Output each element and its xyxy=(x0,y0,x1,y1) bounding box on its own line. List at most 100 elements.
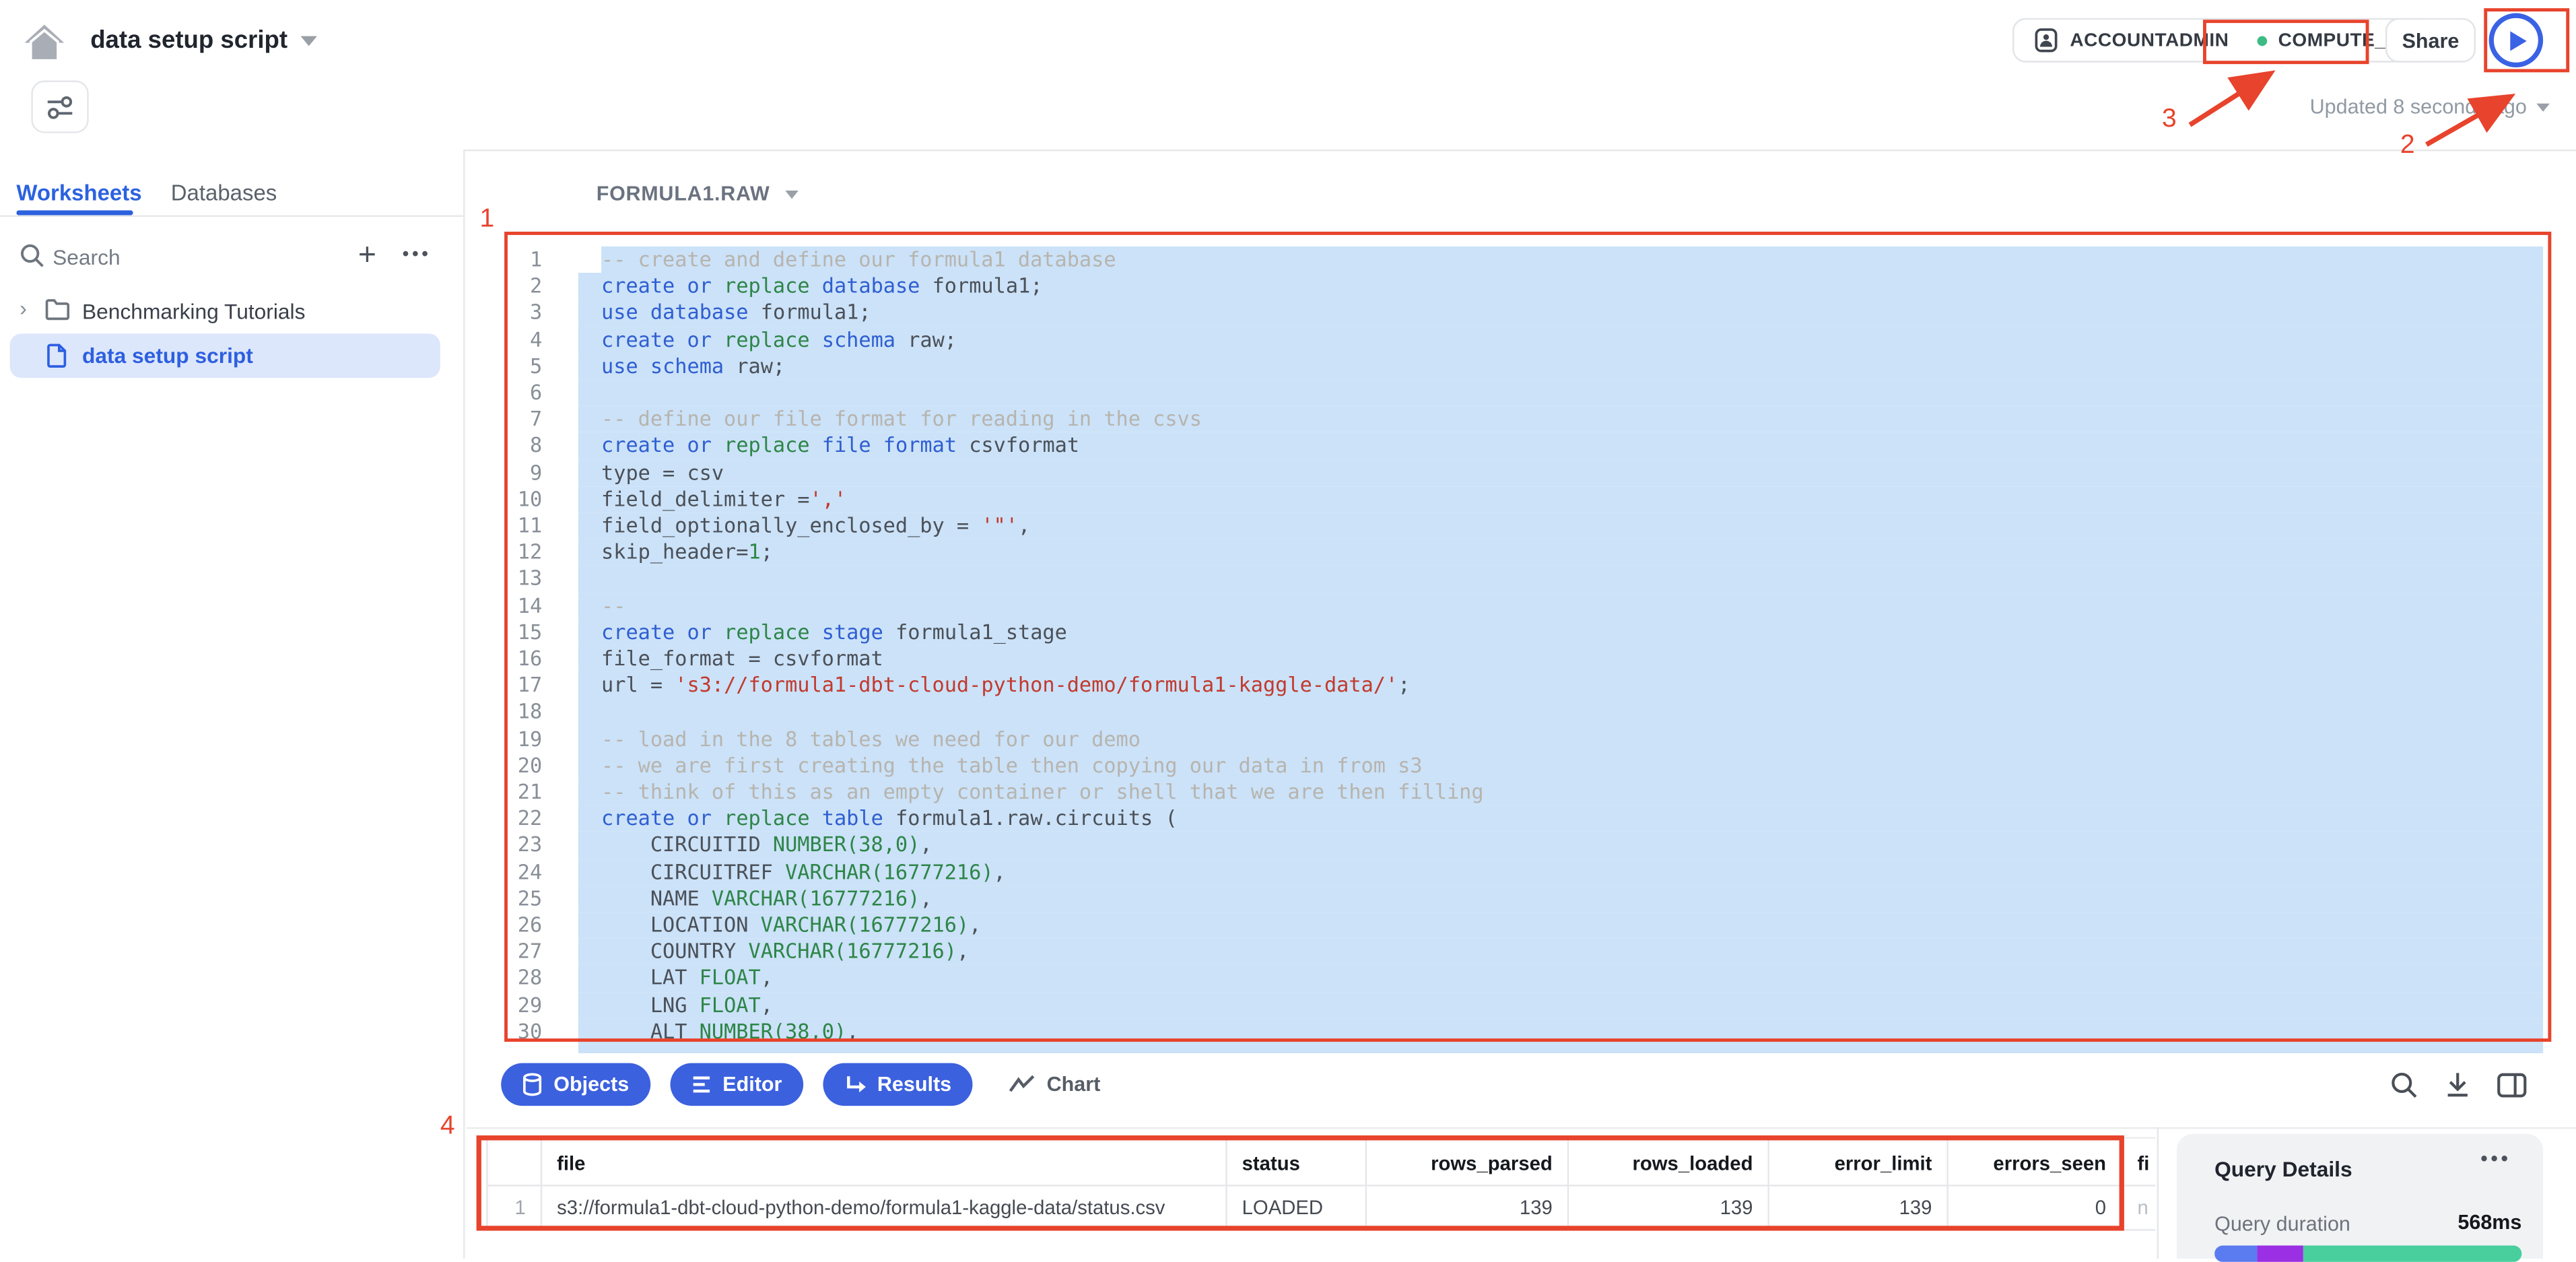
column-header[interactable]: rows_loaded xyxy=(1569,1137,1769,1186)
updated-status-text: Updated 8 seconds ago xyxy=(2310,96,2527,119)
share-button[interactable]: Share xyxy=(2385,18,2476,63)
duration-bar-segment xyxy=(2258,1246,2303,1262)
sliders-icon xyxy=(46,94,73,119)
table-cell: 1 xyxy=(486,1187,542,1231)
code-line: 9type = csv xyxy=(467,459,2576,486)
worksheet-settings-button[interactable] xyxy=(31,81,88,133)
search-icon xyxy=(20,243,44,268)
results-button[interactable]: Results xyxy=(823,1063,972,1106)
code-line: 29 LNG FLOAT, xyxy=(467,992,2576,1018)
query-details-menu-button[interactable]: ••• xyxy=(2480,1147,2511,1170)
duration-bar-segment xyxy=(2303,1246,2521,1262)
code-line: 11field_optionally_enclosed_by = '"', xyxy=(467,512,2576,539)
code-line: 5use schema raw; xyxy=(467,353,2576,379)
lines-icon xyxy=(691,1075,711,1094)
column-header[interactable]: error_limit xyxy=(1769,1137,1948,1186)
search-results-icon[interactable] xyxy=(2390,1071,2418,1099)
warehouse-status-dot xyxy=(2257,35,2267,45)
code-line: 6 xyxy=(467,380,2576,406)
sidebar-item-selected-worksheet[interactable]: data setup script xyxy=(10,333,440,378)
code-line: 22create or replace table formula1.raw.c… xyxy=(467,805,2576,832)
search-input[interactable]: Search xyxy=(53,245,121,270)
column-header[interactable]: file xyxy=(542,1137,1227,1186)
tab-worksheets[interactable]: Worksheets xyxy=(16,180,141,205)
folder-label: Benchmarking Tutorials xyxy=(82,299,305,324)
code-line: 25 NAME VARCHAR(16777216), xyxy=(467,886,2576,912)
more-options-button[interactable]: ••• xyxy=(403,245,432,265)
chevron-right-icon: › xyxy=(20,296,27,321)
code-line: 20-- we are first creating the table the… xyxy=(467,752,2576,778)
query-duration-label: Query duration xyxy=(2214,1213,2350,1236)
objects-button[interactable]: Objects xyxy=(501,1063,650,1106)
column-header[interactable]: rows_parsed xyxy=(1367,1137,1569,1186)
code-line: 18 xyxy=(467,699,2576,725)
code-line: 19-- load in the 8 tables we need for ou… xyxy=(467,725,2576,752)
role-badge-icon xyxy=(2034,28,2059,53)
results-table-header: filestatusrows_parsedrows_loadederror_li… xyxy=(486,1137,2155,1186)
code-line: 15create or replace stage formula1_stage xyxy=(467,619,2576,645)
code-line: 28 LAT FLOAT, xyxy=(467,965,2576,991)
snowsight-worksheet-app: data setup script ACCOUNTADMIN COMPUTE_W… xyxy=(0,0,2576,1259)
top-bar: data setup script ACCOUNTADMIN COMPUTE_W… xyxy=(0,0,2576,150)
code-line: 1-- create and define our formula1 datab… xyxy=(467,246,2576,273)
table-cell: 139 xyxy=(1569,1187,1769,1231)
results-toolbar: Objects Editor Results xyxy=(467,1060,2576,1127)
run-button[interactable] xyxy=(2489,13,2544,68)
schema-context-dropdown[interactable]: FORMULA1.RAW xyxy=(597,182,798,205)
code-line: 14-- xyxy=(467,593,2576,619)
column-header[interactable]: status xyxy=(1227,1137,1367,1186)
toolbar-divider xyxy=(467,1127,2576,1129)
active-tab-underline xyxy=(16,210,133,215)
table-cell: LOADED xyxy=(1227,1187,1367,1231)
code-line: 12skip_header=1; xyxy=(467,539,2576,566)
chart-tab[interactable]: Chart xyxy=(1009,1073,1100,1096)
table-cell: 139 xyxy=(1367,1187,1569,1231)
home-icon[interactable] xyxy=(23,22,65,64)
chevron-down-icon xyxy=(301,35,317,45)
sidebar: Worksheets Databases Search + ••• › Benc… xyxy=(0,150,465,1259)
code-line: 26 LOCATION VARCHAR(16777216), xyxy=(467,912,2576,938)
selected-worksheet-label: data setup script xyxy=(82,343,253,368)
results-table: filestatusrows_parsedrows_loadederror_li… xyxy=(486,1137,2155,1230)
code-line: 17url = 's3://formula1-dbt-cloud-python-… xyxy=(467,672,2576,698)
tab-databases[interactable]: Databases xyxy=(171,180,277,205)
tabs-divider xyxy=(0,215,465,217)
context-selector[interactable]: ACCOUNTADMIN COMPUTE_WH xyxy=(2012,18,2439,63)
code-line: 30 ALT NUMBER(38,0), xyxy=(467,1018,2576,1044)
new-worksheet-button[interactable]: + xyxy=(358,238,376,275)
table-cell: 139 xyxy=(1769,1187,1948,1231)
role-label: ACCOUNTADMIN xyxy=(2070,30,2229,50)
code-line: 21-- think of this as an empty container… xyxy=(467,779,2576,805)
editor-button[interactable]: Editor xyxy=(670,1063,803,1106)
query-details-panel: Query Details ••• Query duration 568ms xyxy=(2177,1134,2543,1259)
code-line: 8create or replace file format csvformat xyxy=(467,433,2576,459)
line-chart-icon xyxy=(1009,1075,1035,1094)
sql-editor[interactable]: 1-- create and define our formula1 datab… xyxy=(467,222,2576,1053)
sidebar-search[interactable]: Search + ••• xyxy=(0,235,465,281)
play-icon xyxy=(2510,30,2526,50)
chevron-down-icon xyxy=(2536,103,2550,111)
download-icon[interactable] xyxy=(2445,1071,2471,1099)
document-icon xyxy=(46,343,67,368)
code-line: 10field_delimiter =',' xyxy=(467,486,2576,512)
updated-status-dropdown[interactable]: Updated 8 seconds ago xyxy=(2310,96,2550,119)
column-header[interactable] xyxy=(486,1137,542,1186)
folder-icon xyxy=(44,298,71,321)
column-header[interactable]: fi xyxy=(2122,1137,2155,1186)
code-line xyxy=(467,1045,2576,1053)
code-line: 13 xyxy=(467,566,2576,592)
sidebar-item-folder[interactable]: › Benchmarking Tutorials xyxy=(0,294,465,334)
return-arrow-icon xyxy=(844,1074,866,1096)
code-line: 27 COUNTRY VARCHAR(16777216), xyxy=(467,939,2576,965)
duration-bar-segment xyxy=(2214,1246,2258,1262)
query-duration-bar xyxy=(2214,1246,2521,1262)
code-line: 7-- define our file format for reading i… xyxy=(467,406,2576,432)
code-line: 4create or replace schema raw; xyxy=(467,327,2576,353)
split-columns-icon[interactable] xyxy=(2497,1073,2527,1098)
table-row[interactable]: 1s3://formula1-dbt-cloud-python-demo/for… xyxy=(486,1187,2155,1231)
table-cell: n xyxy=(2122,1187,2155,1231)
worksheet-title-dropdown[interactable]: data setup script xyxy=(90,26,317,54)
results-panel-divider xyxy=(2157,1127,2159,1259)
column-header[interactable]: errors_seen xyxy=(1948,1137,2123,1186)
query-duration-value: 568ms xyxy=(2458,1211,2521,1234)
